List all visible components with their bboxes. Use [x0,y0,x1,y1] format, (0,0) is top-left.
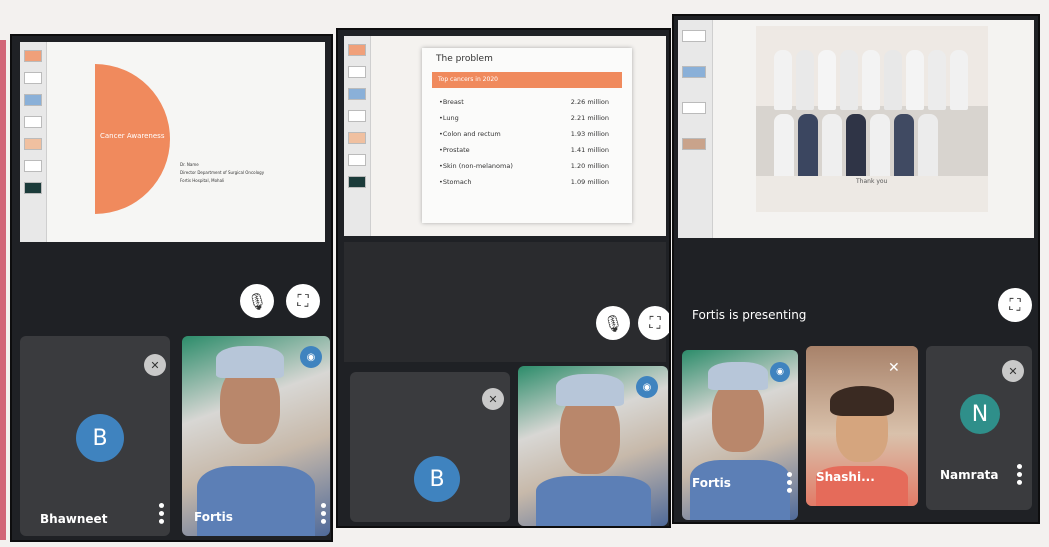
group-of-people [772,48,978,182]
left-edge-decoration [0,40,6,540]
participant-tile[interactable]: ✕ N Namrata ••• [926,346,1032,510]
participant-video-tile[interactable]: Shashi... ✕ [806,346,918,506]
thumbnail[interactable] [348,110,366,122]
thumbnail[interactable] [24,50,42,62]
shared-slide: The problem Top cancers in 2020 •Breast 2… [344,36,666,236]
more-vert-icon[interactable]: ••• [152,501,168,525]
thumbnail[interactable] [682,102,706,114]
fullscreen-icon[interactable]: ⛶ [638,306,669,340]
slide-thumbnails[interactable] [344,36,371,236]
participant-name: Namrata [940,468,999,482]
participant-video-tile[interactable]: ◉ Fortis ••• [182,336,330,536]
slide-row: •Colon and rectum 1.93 million [439,130,609,138]
participant-video-tile[interactable]: ◉ Fortis ••• [682,350,798,520]
participant-name: Bhawneet [40,512,108,526]
slide-row: •Lung 2.21 million [439,114,609,122]
meeting-screen-2: The problem Top cancers in 2020 •Breast 2… [336,28,671,528]
slide-header-row: Top cancers in 2020 [432,72,622,88]
thumbnail[interactable] [24,116,42,128]
meeting-screen-1: Cancer Awareness Dr. Name Director Depar… [10,34,333,542]
pin-icon[interactable]: ◉ [300,346,322,368]
more-vert-icon[interactable]: ••• [1010,462,1026,486]
participant-name: Fortis [194,510,233,524]
slide-row: •Prostate 1.41 million [439,146,609,154]
slide-caption: Thank you [856,178,888,185]
fullscreen-icon[interactable]: ⛶ [286,284,320,318]
slide-line: Dr. Name [180,162,199,167]
participant-face [712,380,764,452]
group-photo: Thank you [756,26,988,212]
participant-name: Shashi... [816,470,875,484]
slide-thumbnails[interactable] [20,42,47,242]
slide-title: Cancer Awareness [100,132,165,140]
presentation-area [344,242,666,362]
slide-row: •Skin (non-melanoma) 1.20 million [439,162,609,170]
thumbnail[interactable] [348,88,366,100]
avatar: B [76,414,124,462]
slide-line: Director Department of Surgical Oncology [180,170,265,175]
thumbnail[interactable] [682,66,706,78]
thumbnail[interactable] [24,94,42,106]
close-icon[interactable]: ✕ [888,360,900,376]
thumbnail[interactable] [348,44,366,56]
slide-title: The problem [436,54,493,64]
thumbnail[interactable] [682,30,706,42]
shared-slide: Thank you [678,20,1034,238]
more-vert-icon[interactable]: ••• [314,501,330,525]
more-vert-icon[interactable]: ••• [780,470,796,494]
participant-name: Fortis [692,476,731,490]
mic-off-icon: ✕ [1002,360,1024,382]
pin-icon[interactable]: ◉ [770,362,790,382]
thumbnail[interactable] [24,138,42,150]
thumbnail[interactable] [682,138,706,150]
slide-row: •Breast 2.26 million [439,98,609,106]
participant-video-tile[interactable]: ◉ [518,366,668,526]
pin-icon[interactable]: ◉ [636,376,658,398]
mic-off-icon: ✕ [482,388,504,410]
fullscreen-icon[interactable]: ⛶ [998,288,1032,322]
thumbnail[interactable] [24,160,42,172]
thumbnail[interactable] [348,66,366,78]
thumbnail[interactable] [348,176,366,188]
participant-tile[interactable]: ✕ B Bhawneet ••• [20,336,170,536]
thumbnail[interactable] [24,182,42,194]
shared-slide: Cancer Awareness Dr. Name Director Depar… [20,42,325,242]
meeting-screen-3: Thank you Fortis is presenting ⛶ ◉ Forti… [672,14,1040,524]
slide-row: •Stomach 1.09 million [439,178,609,186]
avatar: N [960,394,1000,434]
mic-off-icon: ✕ [144,354,166,376]
presenting-status: Fortis is presenting [692,308,807,322]
thumbnail[interactable] [348,132,366,144]
thumbnail[interactable] [24,72,42,84]
slide-thumbnails[interactable] [678,20,713,238]
thumbnail[interactable] [348,154,366,166]
avatar: B [414,456,460,502]
mic-icon[interactable]: 🎙 [240,284,274,318]
mic-icon[interactable]: 🎙 [596,306,630,340]
slide-line: Fortis Hospital, Mohali [180,178,225,183]
participant-tile[interactable]: ✕ B [350,372,510,522]
